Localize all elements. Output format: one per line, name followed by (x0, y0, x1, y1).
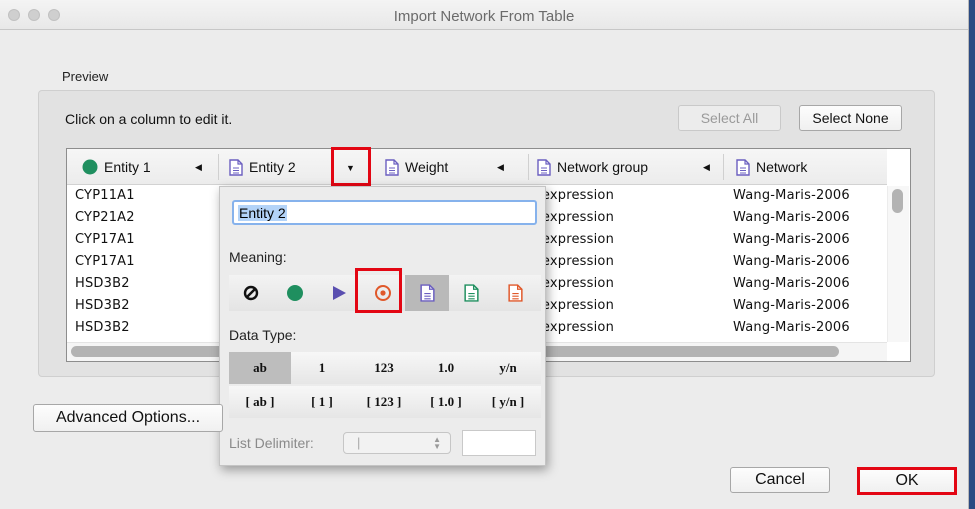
meaning-label: Meaning: (229, 249, 287, 265)
dropdown-highlight-box (331, 147, 371, 186)
meaning-not-imported-button[interactable] (229, 275, 273, 311)
cell-network: Wang-Maris-2006 (733, 232, 850, 247)
orange-document-icon (507, 284, 523, 302)
cell-entity-1: CYP21A2 (75, 210, 135, 225)
purple-document-icon (419, 284, 435, 302)
preview-section-label: Preview (62, 69, 109, 84)
list-type-integer-button[interactable]: [ 123 ] (353, 386, 415, 418)
cell-network: Wang-Maris-2006 (733, 276, 850, 291)
advanced-options-button[interactable]: Advanced Options... (33, 404, 223, 432)
cell-entity-1: HSD3B2 (75, 298, 130, 313)
cell-entity-1: HSD3B2 (75, 276, 130, 291)
document-icon (229, 158, 243, 176)
import-network-dialog: Import Network From Table Preview Click … (0, 0, 969, 509)
cell-network-group: -expression (537, 276, 615, 291)
data-type-row: ab 1 123 1.0 y/n (229, 352, 541, 384)
list-delimiter-label: List Delimiter: (229, 435, 314, 451)
cell-network: Wang-Maris-2006 (733, 298, 850, 313)
table-header: Entity 1 ◀ Entity 2 ▼ Weight ◀ Network g… (67, 149, 887, 185)
data-type-string-button[interactable]: ab (229, 352, 291, 384)
cell-network-group: -expression (537, 254, 615, 269)
vertical-scroll-thumb[interactable] (892, 189, 903, 213)
data-type-label: Data Type: (229, 327, 297, 343)
cancel-button[interactable]: Cancel (730, 467, 830, 493)
meaning-edge-attribute-button[interactable] (405, 275, 449, 311)
select-all-button[interactable]: Select All (678, 105, 781, 131)
cell-entity-1: HSD3B2 (75, 320, 130, 335)
cell-network: Wang-Maris-2006 (733, 210, 850, 225)
list-type-float-button[interactable]: [ 1.0 ] (415, 386, 477, 418)
green-circle-icon (286, 284, 304, 302)
data-type-boolean-button[interactable]: 1 (291, 352, 353, 384)
green-circle-icon (82, 159, 98, 175)
edit-column-hint: Click on a column to edit it. (65, 111, 233, 127)
list-data-type-row: [ ab ] [ 1 ] [ 123 ] [ 1.0 ] [ y/n ] (229, 386, 541, 418)
prohibited-icon (243, 285, 259, 301)
column-header-weight[interactable]: Weight ◀ (377, 149, 529, 185)
data-type-yesno-button[interactable]: y/n (477, 352, 539, 384)
document-icon (385, 158, 399, 176)
list-type-yesno-button[interactable]: [ y/n ] (477, 386, 539, 418)
select-none-button[interactable]: Select None (799, 105, 902, 131)
window-title: Import Network From Table (393, 8, 575, 25)
meaning-target-attribute-button[interactable] (493, 275, 537, 311)
play-triangle-icon (331, 285, 347, 301)
data-type-float-button[interactable]: 1.0 (415, 352, 477, 384)
column-header-entity-1[interactable]: Entity 1 ◀ (67, 149, 219, 185)
collapse-arrow-icon[interactable]: ◀ (497, 162, 504, 173)
data-type-integer-button[interactable]: 123 (353, 352, 415, 384)
cell-network-group: -expression (537, 188, 615, 203)
document-icon (736, 158, 750, 176)
title-bar: Import Network From Table (0, 0, 968, 30)
meaning-source-node-button[interactable] (273, 275, 317, 311)
ok-button[interactable]: OK (857, 467, 957, 495)
cell-entity-1: CYP17A1 (75, 232, 135, 247)
list-type-string-button[interactable]: [ ab ] (229, 386, 291, 418)
column-editor-popup: Entity 2 Meaning: Data Type: ab 1 123 1.… (219, 186, 546, 466)
cell-network-group: -expression (537, 210, 615, 225)
document-icon (537, 158, 551, 176)
cell-network-group: -expression (537, 232, 615, 247)
meaning-source-attribute-button[interactable] (449, 275, 493, 311)
cell-entity-1: CYP11A1 (75, 188, 135, 203)
custom-delimiter-input[interactable] (462, 430, 536, 456)
cell-network: Wang-Maris-2006 (733, 188, 850, 203)
cell-network: Wang-Maris-2006 (733, 254, 850, 269)
collapse-arrow-icon[interactable]: ◀ (195, 162, 202, 173)
list-delimiter-select[interactable]: | ▲ ▼ (343, 432, 451, 454)
list-type-boolean-button[interactable]: [ 1 ] (291, 386, 353, 418)
collapse-arrow-icon[interactable]: ◀ (703, 162, 710, 173)
cell-network-group: -expression (537, 298, 615, 313)
target-node-highlight-box (355, 268, 402, 313)
cell-network: Wang-Maris-2006 (733, 320, 850, 335)
cell-network-group: -expression (537, 320, 615, 335)
column-header-network-group[interactable]: Network group ◀ (529, 149, 724, 185)
up-down-arrows-icon: ▲ ▼ (433, 435, 441, 451)
column-name-input[interactable]: Entity 2 (232, 200, 537, 225)
green-document-icon (463, 284, 479, 302)
column-header-network[interactable]: Network (724, 149, 887, 185)
cell-entity-1: CYP17A1 (75, 254, 135, 269)
